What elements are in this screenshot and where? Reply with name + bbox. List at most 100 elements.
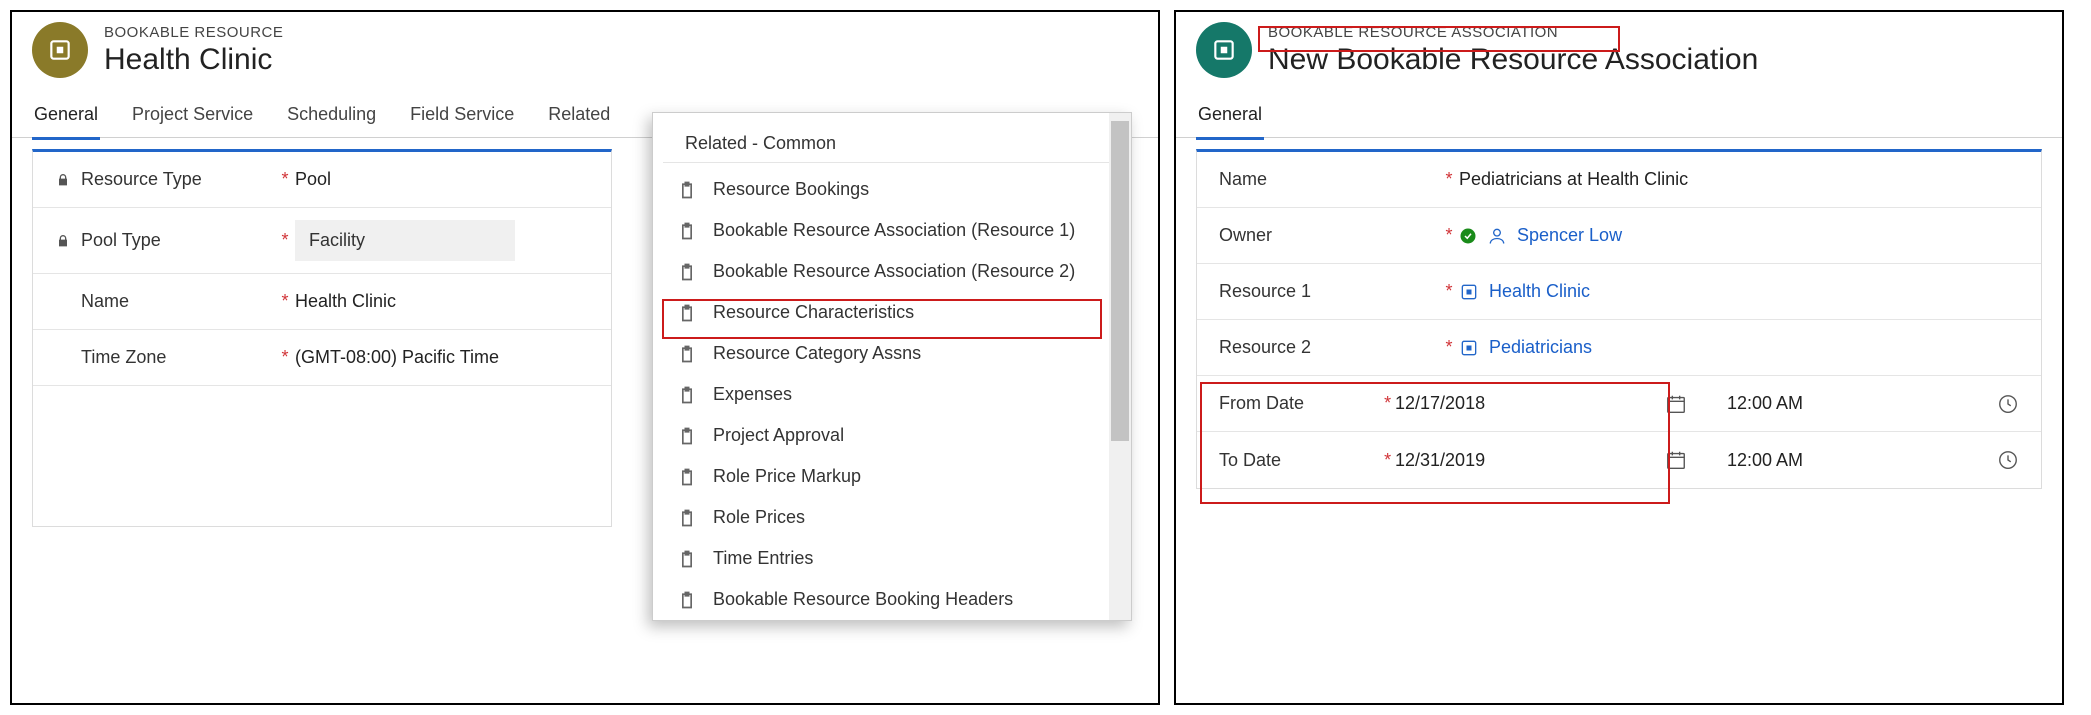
form-general: Name * Pediatricians at Health Clinic Ow…	[1196, 149, 2042, 489]
clipboard-icon	[677, 590, 697, 610]
dd-label: Role Price Markup	[713, 466, 861, 487]
dd-label: Role Prices	[713, 507, 805, 528]
bookable-resource-panel: BOOKABLE RESOURCE Health Clinic General …	[10, 10, 1160, 705]
value-pool-type[interactable]: Facility	[295, 220, 515, 261]
entity-label: BOOKABLE RESOURCE	[104, 24, 283, 41]
dropdown-header: Related - Common	[663, 113, 1121, 163]
dd-label: Resource Bookings	[713, 179, 869, 200]
required-mark: *	[1380, 450, 1395, 471]
clock-icon[interactable]	[1997, 449, 2019, 471]
row-resource-2: Resource 2 * Pediatricians	[1197, 320, 2041, 376]
scrollbar-track[interactable]	[1109, 113, 1131, 620]
dd-label: Project Approval	[713, 425, 844, 446]
row-name: Name * Health Clinic	[33, 274, 611, 330]
dd-label: Bookable Resource Association (Resource …	[713, 261, 1075, 282]
label-name: Name	[81, 291, 129, 312]
clipboard-icon	[677, 344, 697, 364]
header: BOOKABLE RESOURCE ASSOCIATION New Bookab…	[1176, 12, 2062, 96]
dd-label: Resource Characteristics	[713, 302, 914, 323]
entity-title: Health Clinic	[104, 43, 283, 77]
tab-related[interactable]: Related	[546, 96, 612, 137]
label-time-zone: Time Zone	[81, 347, 166, 368]
value-to-time[interactable]: 12:00 AM	[1727, 450, 1803, 471]
value-owner[interactable]: Spencer Low	[1517, 225, 1622, 246]
dd-assoc-resource-2[interactable]: Bookable Resource Association (Resource …	[653, 251, 1131, 292]
dd-resource-category-assns[interactable]: Resource Category Assns	[653, 333, 1131, 374]
bookable-resource-association-panel: BOOKABLE RESOURCE ASSOCIATION New Bookab…	[1174, 10, 2064, 705]
dd-project-approval[interactable]: Project Approval	[653, 415, 1131, 456]
resource-lookup-icon	[1459, 282, 1479, 302]
required-mark: *	[1439, 281, 1459, 302]
clipboard-icon	[677, 180, 697, 200]
dd-label: Time Entries	[713, 548, 813, 569]
tab-project-service[interactable]: Project Service	[130, 96, 255, 137]
dd-role-price-markup[interactable]: Role Price Markup	[653, 456, 1131, 497]
association-icon	[1196, 22, 1252, 78]
clock-icon[interactable]	[1997, 393, 2019, 415]
tab-general[interactable]: General	[1196, 96, 1264, 137]
clipboard-icon	[677, 385, 697, 405]
form-filler	[33, 386, 611, 526]
tab-general[interactable]: General	[32, 96, 100, 137]
calendar-icon[interactable]	[1665, 449, 1687, 471]
tab-underline	[32, 137, 100, 140]
required-mark: *	[275, 169, 295, 190]
label-from-date: From Date	[1219, 393, 1304, 414]
label-name: Name	[1219, 169, 1267, 190]
value-resource-1[interactable]: Health Clinic	[1489, 281, 1590, 302]
dd-expenses[interactable]: Expenses	[653, 374, 1131, 415]
clipboard-icon	[677, 262, 697, 282]
value-time-zone[interactable]: (GMT-08:00) Pacific Time	[295, 347, 499, 368]
entity-title: New Bookable Resource Association	[1268, 43, 1758, 77]
dd-booking-headers[interactable]: Bookable Resource Booking Headers	[653, 579, 1131, 620]
row-pool-type: Pool Type * Facility	[33, 208, 611, 274]
dd-resource-characteristics[interactable]: Resource Characteristics	[653, 292, 1131, 333]
clipboard-icon	[677, 549, 697, 569]
row-name: Name * Pediatricians at Health Clinic	[1197, 152, 2041, 208]
required-mark: *	[1380, 393, 1395, 414]
label-owner: Owner	[1219, 225, 1272, 246]
lock-icon	[55, 172, 71, 188]
lock-icon	[55, 233, 71, 249]
scrollbar-thumb[interactable]	[1111, 121, 1129, 441]
tab-scheduling[interactable]: Scheduling	[285, 96, 378, 137]
entity-label: BOOKABLE RESOURCE ASSOCIATION	[1268, 24, 1758, 41]
related-dropdown: Related - Common Resource Bookings Booka…	[652, 112, 1132, 621]
required-mark: *	[275, 291, 295, 312]
label-resource-type: Resource Type	[81, 169, 202, 190]
label-to-date: To Date	[1219, 450, 1281, 471]
dd-label: Bookable Resource Booking Headers	[713, 589, 1013, 610]
dd-label: Expenses	[713, 384, 792, 405]
tabs: General	[1176, 96, 2062, 138]
value-from-date[interactable]: 12/17/2018	[1395, 393, 1485, 414]
tab-field-service[interactable]: Field Service	[408, 96, 516, 137]
dd-label: Resource Category Assns	[713, 343, 921, 364]
value-name[interactable]: Health Clinic	[295, 291, 396, 312]
row-to-date: To Date * 12/31/2019 12:00 AM	[1197, 432, 2041, 488]
clipboard-icon	[677, 467, 697, 487]
row-resource-type: Resource Type * Pool	[33, 152, 611, 208]
value-from-time[interactable]: 12:00 AM	[1727, 393, 1803, 414]
row-resource-1: Resource 1 * Health Clinic	[1197, 264, 2041, 320]
value-to-date[interactable]: 12/31/2019	[1395, 450, 1485, 471]
required-mark: *	[1439, 169, 1459, 190]
row-owner: Owner * Spencer Low	[1197, 208, 2041, 264]
clipboard-icon	[677, 303, 697, 323]
resource-lookup-icon	[1459, 338, 1479, 358]
resource-icon	[32, 22, 88, 78]
row-time-zone: Time Zone * (GMT-08:00) Pacific Time	[33, 330, 611, 386]
dd-assoc-resource-1[interactable]: Bookable Resource Association (Resource …	[653, 210, 1131, 251]
value-resource-type[interactable]: Pool	[295, 169, 331, 190]
dd-time-entries[interactable]: Time Entries	[653, 538, 1131, 579]
verified-icon	[1459, 227, 1477, 245]
value-resource-2[interactable]: Pediatricians	[1489, 337, 1592, 358]
label-pool-type: Pool Type	[81, 230, 161, 251]
value-name[interactable]: Pediatricians at Health Clinic	[1459, 169, 1688, 190]
calendar-icon[interactable]	[1665, 393, 1687, 415]
dd-resource-bookings[interactable]: Resource Bookings	[653, 169, 1131, 210]
clipboard-icon	[677, 221, 697, 241]
tab-underline	[1196, 137, 1264, 140]
clipboard-icon	[677, 508, 697, 528]
label-resource-2: Resource 2	[1219, 337, 1311, 358]
dd-role-prices[interactable]: Role Prices	[653, 497, 1131, 538]
